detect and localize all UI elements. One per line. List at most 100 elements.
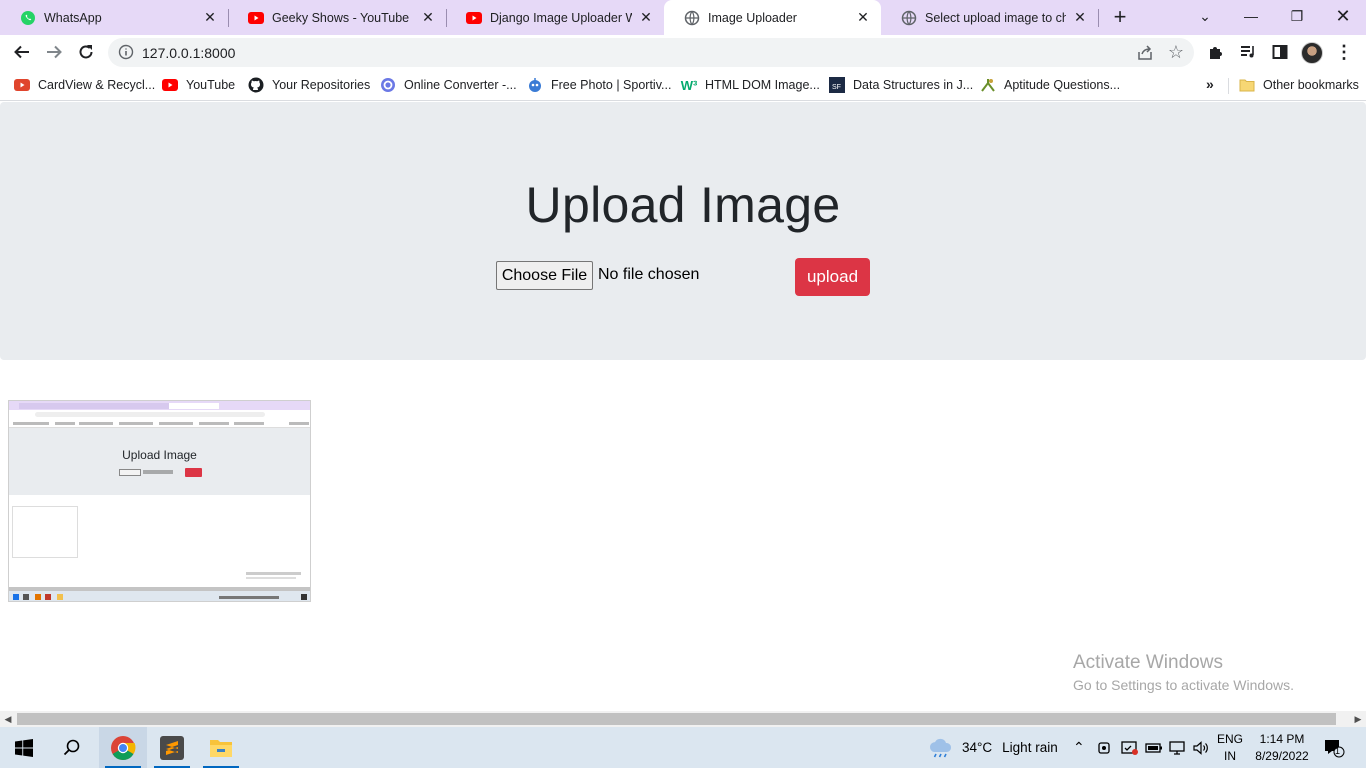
security-alert-icon[interactable] xyxy=(1121,727,1139,768)
whatsapp-icon xyxy=(20,10,36,26)
bookmark-free-photo[interactable]: Free Photo | Sportiv... xyxy=(527,76,671,94)
youtube-icon xyxy=(14,77,30,93)
new-tab-button[interactable]: + xyxy=(1108,4,1132,29)
globe-icon xyxy=(901,10,917,26)
restore-button[interactable]: ❐ xyxy=(1274,0,1320,32)
tab-search-icon[interactable]: ⌄ xyxy=(1182,0,1228,32)
back-arrow-icon xyxy=(14,45,29,59)
more-bookmarks-button[interactable]: » xyxy=(1206,76,1214,92)
file-status-text: No file chosen xyxy=(598,266,700,283)
taskbar-file-explorer[interactable] xyxy=(197,727,245,768)
bookmark-aptitude[interactable]: Aptitude Questions... xyxy=(980,76,1120,94)
media-control-icon[interactable] xyxy=(1234,38,1262,66)
bookmark-label: Free Photo | Sportiv... xyxy=(551,78,672,92)
thumb-bookmarks xyxy=(9,419,310,428)
side-panel-icon[interactable] xyxy=(1266,38,1294,66)
menu-kebab-icon[interactable]: ⋮ xyxy=(1330,38,1358,66)
github-icon xyxy=(248,77,264,93)
upload-button[interactable]: upload xyxy=(795,258,870,296)
minimize-button[interactable]: — xyxy=(1228,0,1274,32)
page-title: Upload Image xyxy=(525,177,841,233)
bookmark-repositories[interactable]: Your Repositories xyxy=(248,76,370,94)
site-info-icon[interactable] xyxy=(118,44,134,60)
tab-strip: WhatsApp ✕ Geeky Shows - YouTube ✕ Djang… xyxy=(0,0,1366,35)
back-button[interactable] xyxy=(8,38,36,66)
bookmarks-bar: CardView & Recycl... YouTube Your Reposi… xyxy=(0,70,1366,101)
bookmark-label: Your Repositories xyxy=(272,78,371,92)
bookmark-youtube[interactable]: YouTube xyxy=(162,76,235,94)
bookmark-html-dom[interactable]: W³ HTML DOM Image... xyxy=(681,76,820,94)
clock-time: 1:14 PM xyxy=(1259,732,1305,746)
battery-icon[interactable] xyxy=(1145,727,1163,768)
w3schools-icon: W³ xyxy=(680,77,698,93)
taskbar-chrome[interactable] xyxy=(99,727,147,768)
bookmark-star-icon[interactable]: ☆ xyxy=(1168,42,1184,63)
tab-title: Image Uploader xyxy=(708,10,797,25)
forward-arrow-icon xyxy=(47,45,62,59)
choose-file-button[interactable]: Choose File xyxy=(496,261,593,290)
tab-geeky-shows[interactable]: Geeky Shows - YouTube ✕ xyxy=(228,0,446,35)
bookmark-online-converter[interactable]: Online Converter -... xyxy=(380,76,517,94)
tab-image-uploader[interactable]: Image Uploader ✕ xyxy=(664,0,881,35)
scroll-right-icon[interactable]: ▶ xyxy=(1352,713,1364,725)
show-hidden-icons-icon[interactable]: ⌃ xyxy=(1073,727,1085,768)
horizontal-scrollbar[interactable]: ◀ ▶ xyxy=(0,711,1366,727)
bookmark-cardview[interactable]: CardView & Recycl... xyxy=(14,76,155,94)
thumb-file-button xyxy=(119,469,141,476)
close-icon[interactable]: ✕ xyxy=(855,9,871,26)
bookmark-data-structures[interactable]: SF Data Structures in J... xyxy=(829,76,973,94)
reload-button[interactable] xyxy=(72,38,100,66)
notifications-button[interactable]: 1 xyxy=(1323,727,1345,768)
other-bookmarks-folder[interactable]: Other bookmarks xyxy=(1239,76,1359,94)
close-icon[interactable]: ✕ xyxy=(1072,9,1088,26)
photo-icon xyxy=(527,77,543,93)
profile-avatar[interactable] xyxy=(1301,42,1323,64)
tab-django-uploader[interactable]: Django Image Uploader Web ✕ xyxy=(446,0,664,35)
search-button[interactable] xyxy=(48,727,96,768)
uploaded-image-thumbnail[interactable]: Upload Image xyxy=(8,400,311,602)
tab-title: Django Image Uploader Web xyxy=(490,10,632,25)
thumb-upload-button xyxy=(185,468,202,477)
volume-icon[interactable] xyxy=(1192,727,1210,768)
bookmark-label: Aptitude Questions... xyxy=(1004,78,1121,92)
activate-windows-title: Activate Windows xyxy=(1073,652,1223,673)
search-icon xyxy=(63,739,80,755)
thumb-file-text xyxy=(143,470,173,474)
close-window-button[interactable]: ✕ xyxy=(1320,0,1366,32)
network-icon[interactable] xyxy=(1169,727,1187,768)
bookmark-label: Data Structures in J... xyxy=(853,78,974,92)
clock-date: 8/29/2022 xyxy=(1255,749,1309,763)
thumb-watermark-sub xyxy=(246,577,296,579)
tab-select-upload[interactable]: Select upload image to chan ✕ xyxy=(881,0,1098,35)
scroll-left-icon[interactable]: ◀ xyxy=(2,713,14,725)
weather-temp: 34°C xyxy=(962,740,993,755)
extensions-icon[interactable] xyxy=(1202,38,1230,66)
meet-now-icon[interactable] xyxy=(1097,727,1113,768)
bookmark-label: Other bookmarks xyxy=(1263,78,1359,92)
input-language[interactable]: ENG IN xyxy=(1212,731,1248,765)
weather-widget[interactable]: 34°C Light rain xyxy=(928,727,1058,768)
sublime-text-icon xyxy=(160,735,184,760)
system-clock[interactable]: 1:14 PM 8/29/2022 xyxy=(1250,731,1314,765)
browser-toolbar: 127.0.0.1:8000 ☆ ⋮ xyxy=(0,35,1366,70)
start-button[interactable] xyxy=(0,727,48,768)
address-bar[interactable]: 127.0.0.1:8000 ☆ xyxy=(108,38,1194,67)
share-icon[interactable] xyxy=(1136,44,1154,62)
bookmarks-divider xyxy=(1228,78,1229,94)
file-explorer-icon xyxy=(210,739,232,757)
bookmark-label: Online Converter -... xyxy=(404,78,517,92)
notification-count: 1 xyxy=(1335,746,1341,756)
tab-title: Geeky Shows - YouTube xyxy=(272,10,410,25)
close-icon[interactable]: ✕ xyxy=(420,9,436,26)
bookmark-label: HTML DOM Image... xyxy=(705,78,820,92)
forward-button[interactable] xyxy=(40,38,68,66)
close-icon[interactable]: ✕ xyxy=(638,9,654,26)
url-text: 127.0.0.1:8000 xyxy=(142,45,236,61)
tab-whatsapp[interactable]: WhatsApp ✕ xyxy=(0,0,228,35)
close-icon[interactable]: ✕ xyxy=(202,9,218,26)
activate-windows-subtitle: Go to Settings to activate Windows. xyxy=(1073,677,1294,693)
taskbar-sublime[interactable] xyxy=(148,727,196,768)
scrollbar-thumb[interactable] xyxy=(17,713,1336,725)
globe-icon xyxy=(684,10,700,26)
bookmark-label: YouTube xyxy=(186,78,236,92)
